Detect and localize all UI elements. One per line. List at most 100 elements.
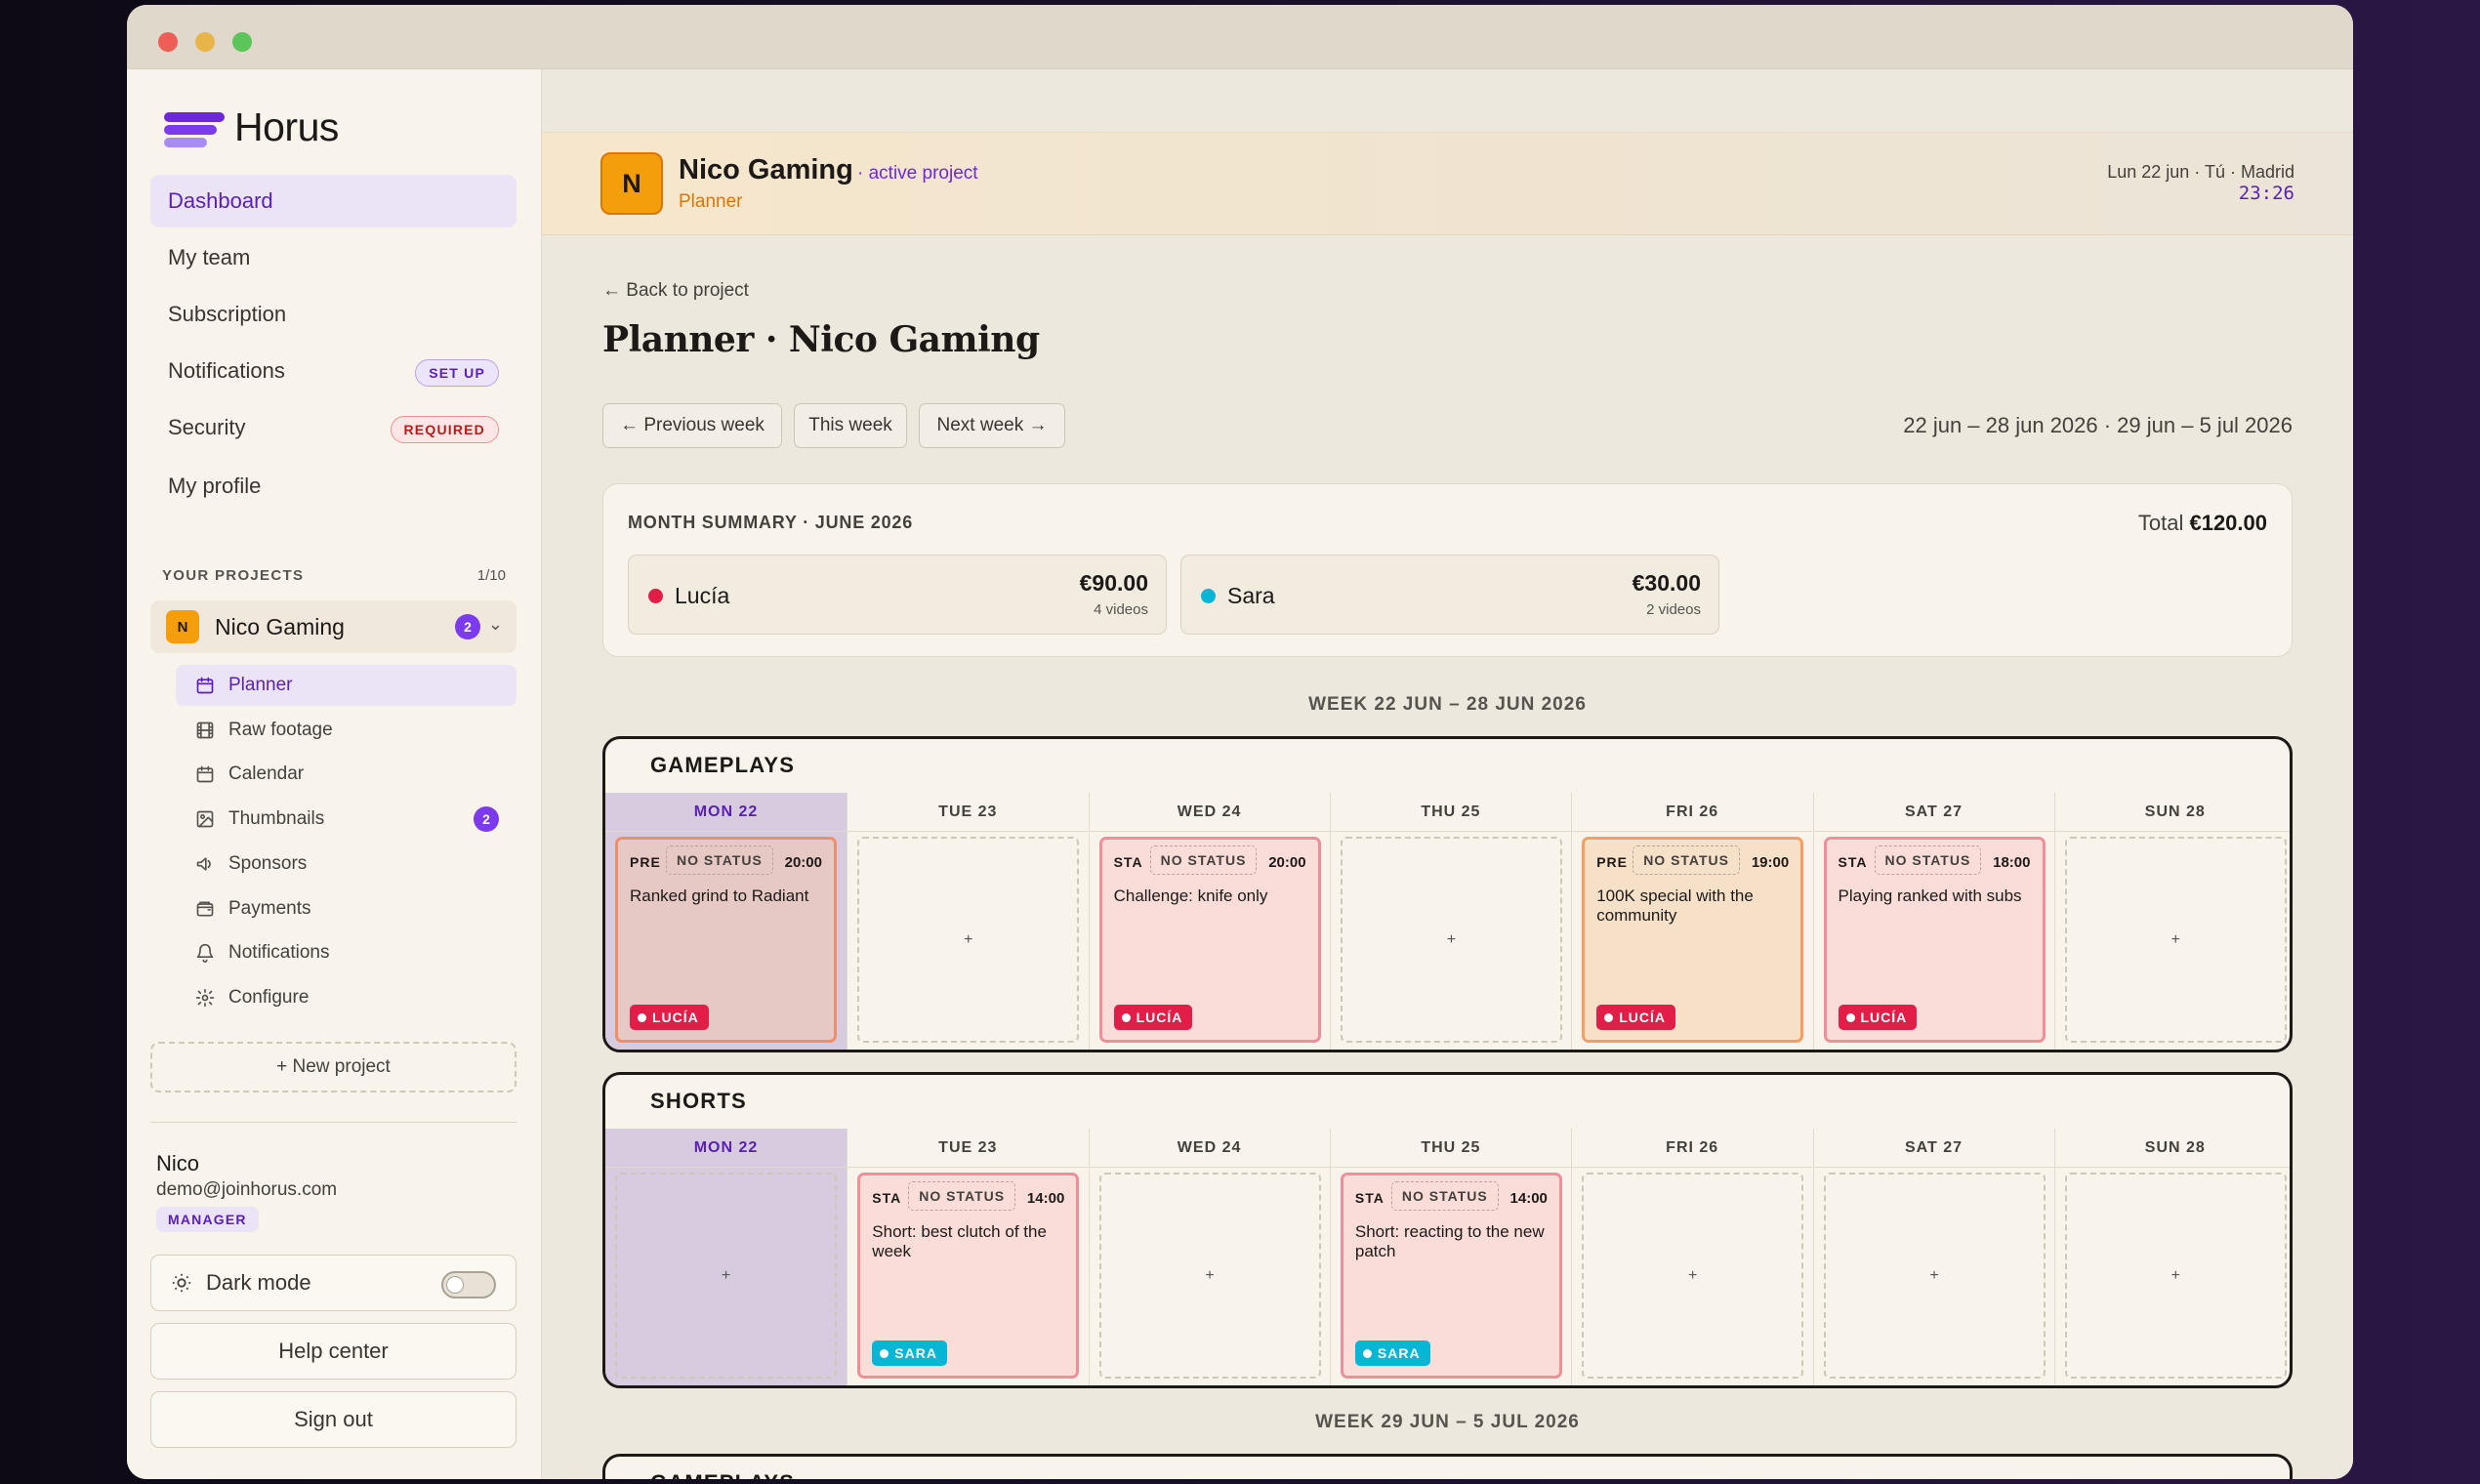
assignee-chip[interactable]: LUCÍA <box>1596 1005 1675 1030</box>
person-name: Lucía <box>675 583 730 608</box>
help-center-button[interactable]: Help center <box>150 1323 517 1380</box>
person-summary-card[interactable]: Sara €30.00 2 videos <box>1180 555 1719 635</box>
maximize-window-button[interactable] <box>232 32 252 52</box>
user-email: demo@joinhorus.com <box>156 1179 338 1200</box>
project-nav-configure[interactable]: Configure <box>176 977 517 1018</box>
nav-item-subscription[interactable]: Subscription <box>150 288 517 341</box>
project-nav-label: Notifications <box>228 942 330 964</box>
planned-video-card[interactable]: STA NO STATUS 18:00 Playing ranked with sub… <box>1823 837 2046 1043</box>
day-cell: + <box>1329 832 1571 1050</box>
nav-item-security[interactable]: Security REQUIRED <box>150 401 517 454</box>
day-cell: STA NO STATUS 20:00 Challenge: knife only LU… <box>1088 832 1330 1050</box>
dark-mode-toggle[interactable] <box>441 1271 496 1298</box>
assignee-dot <box>1604 1012 1614 1022</box>
project-nav-planner[interactable]: Planner <box>176 665 517 706</box>
nav-item-notifications[interactable]: Notifications SET UP <box>150 345 517 397</box>
planned-video-card[interactable]: STA NO STATUS 20:00 Challenge: knife only LU… <box>1098 837 1321 1043</box>
assignee-chip[interactable]: SARA <box>872 1340 947 1366</box>
nav-item-my-profile[interactable]: My profile <box>150 460 517 513</box>
projects-count: 1/10 <box>476 567 506 584</box>
day-cell: + <box>1571 1168 1812 1385</box>
this-week-button[interactable]: This week <box>794 403 907 448</box>
project-nav-payments[interactable]: Payments <box>176 888 517 929</box>
planned-video-card[interactable]: PRE NO STATUS 19:00 100K special with the c… <box>1582 837 1804 1043</box>
assignee-dot <box>1845 1012 1855 1022</box>
next-week-button[interactable]: Next week → <box>919 403 1065 448</box>
video-title: Challenge: knife only <box>1113 886 1268 905</box>
close-window-button[interactable] <box>158 32 178 52</box>
assignee-chip[interactable]: LUCÍA <box>1838 1005 1918 1030</box>
stage-tag: STA <box>872 1190 902 1206</box>
publish-time: 20:00 <box>1268 854 1306 871</box>
assignee-chip[interactable]: LUCÍA <box>630 1005 709 1030</box>
status-badge[interactable]: NO STATUS <box>666 845 773 875</box>
project-nav-calendar[interactable]: Calendar <box>176 754 517 795</box>
day-cell: + <box>605 1168 847 1385</box>
project-item-nico-gaming[interactable]: N Nico Gaming 2 ⌄ <box>150 600 517 653</box>
status-badge[interactable]: NO STATUS <box>1874 845 1982 875</box>
status-badge[interactable]: NO STATUS <box>908 1181 1016 1211</box>
add-slot-button[interactable]: + <box>2064 1173 2287 1379</box>
minimize-window-button[interactable] <box>195 32 215 52</box>
chevron-down-icon[interactable]: ⌄ <box>488 614 503 635</box>
day-header-mon-22: MON 22 <box>605 1129 847 1168</box>
user-role-badge: MANAGER <box>156 1207 259 1232</box>
publish-time: 19:00 <box>1751 854 1790 871</box>
megaphone-icon <box>196 857 211 871</box>
day-header-fri-26: FRI 26 <box>1571 793 1813 832</box>
project-nav-label: Planner <box>228 675 293 695</box>
section-title: GAMEPLAYS <box>650 1470 795 1479</box>
project-nav-label: Configure <box>228 986 310 1008</box>
project-name: Nico Gaming <box>215 613 345 639</box>
previous-week-button[interactable]: ← Previous week <box>602 403 782 448</box>
planned-video-card[interactable]: STA NO STATUS 14:00 Short: reacting to the … <box>1340 1173 1562 1379</box>
app-window: Horus Dashboard My team Subscription Notifi… <box>127 5 2353 1479</box>
header-clock: 23:26 <box>2238 183 2294 204</box>
day-header-fri-26: FRI 26 <box>1571 1129 1813 1168</box>
nav-item-dashboard[interactable]: Dashboard <box>150 175 517 227</box>
month-summary: MONTH SUMMARY · JUNE 2026 Total €120.00 … <box>602 483 2293 657</box>
stage-tag: STA <box>1113 854 1143 870</box>
planned-video-card[interactable]: PRE NO STATUS 20:00 Ranked grind to Radiant… <box>615 837 837 1043</box>
back-to-project-link[interactable]: ← Back to project <box>602 280 749 302</box>
status-badge[interactable]: NO STATUS <box>1390 1181 1499 1211</box>
new-project-button[interactable]: + New project <box>150 1042 517 1092</box>
person-color-dot <box>648 589 663 603</box>
day-header-tue-23: TUE 23 <box>847 793 1089 832</box>
day-header-thu-25: THU 25 <box>1329 793 1571 832</box>
day-header-mon-22: MON 22 <box>605 793 847 832</box>
status-badge[interactable]: NO STATUS <box>1149 845 1258 875</box>
video-title: Short: reacting to the new patch <box>1354 1222 1545 1260</box>
day-header-wed-24: WED 24 <box>1088 793 1330 832</box>
status-badge[interactable]: NO STATUS <box>1633 845 1740 875</box>
wallet-icon <box>196 901 214 916</box>
day-cell: + <box>2053 1168 2290 1385</box>
add-slot-button[interactable]: + <box>1098 1173 1321 1379</box>
add-slot-button[interactable]: + <box>1340 837 1562 1043</box>
add-slot-button[interactable]: + <box>857 837 1080 1043</box>
add-slot-button[interactable]: + <box>615 1173 837 1379</box>
nav-item-my-team[interactable]: My team <box>150 231 517 284</box>
gear-icon <box>195 988 215 1008</box>
divider <box>150 1122 517 1123</box>
video-title: Ranked grind to Radiant <box>630 886 809 905</box>
person-summary-card[interactable]: Lucía €90.00 4 videos <box>628 555 1167 635</box>
planned-video-card[interactable]: STA NO STATUS 14:00 Short: best clutch of t… <box>857 1173 1080 1379</box>
assignee-name: LUCÍA <box>1860 1010 1908 1025</box>
section-title: GAMEPLAYS <box>650 753 796 777</box>
week-label: WEEK 22 JUN – 28 JUN 2026 <box>1308 694 1587 715</box>
project-count-badge: 2 <box>455 614 480 639</box>
day-header-sat-27: SAT 27 <box>1812 1129 2054 1168</box>
total-label: Total <box>2137 511 2184 535</box>
project-nav-raw-footage[interactable]: Raw footage <box>176 710 517 751</box>
assignee-chip[interactable]: SARA <box>1354 1340 1430 1366</box>
project-nav-thumbnails[interactable]: Thumbnails 2 <box>176 799 517 840</box>
assignee-dot <box>638 1012 646 1022</box>
sign-out-button[interactable]: Sign out <box>150 1391 517 1448</box>
project-nav-notifications[interactable]: Notifications <box>176 932 517 973</box>
add-slot-button[interactable]: + <box>1823 1173 2046 1379</box>
project-nav-sponsors[interactable]: Sponsors <box>176 844 517 885</box>
add-slot-button[interactable]: + <box>1582 1173 1804 1379</box>
add-slot-button[interactable]: + <box>2064 837 2287 1043</box>
assignee-chip[interactable]: LUCÍA <box>1113 1005 1193 1030</box>
